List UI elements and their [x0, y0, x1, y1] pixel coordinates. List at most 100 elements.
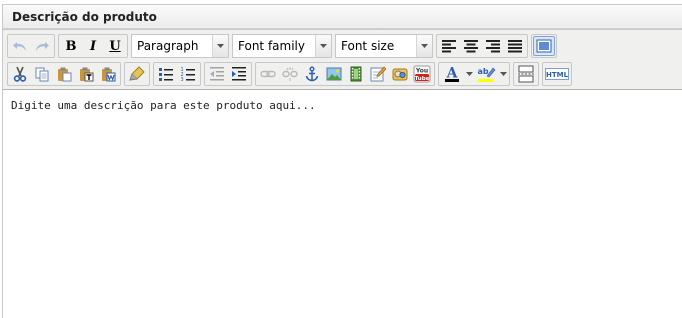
- outdent-button[interactable]: [206, 64, 228, 84]
- anchor-button[interactable]: [301, 64, 323, 84]
- toolbar-row-2: 123 You Tube A ab HTML: [7, 61, 575, 87]
- remove-format-button[interactable]: [126, 64, 148, 84]
- chevron-down-icon: [315, 35, 331, 57]
- align-center-button[interactable]: [460, 36, 482, 56]
- alignment-group: [436, 34, 528, 58]
- format-select[interactable]: Paragraph: [131, 34, 229, 58]
- editor-toolbar: B I U Paragraph Font family Font size 1 …: [3, 30, 682, 90]
- numbered-list-icon: 123: [181, 67, 195, 82]
- link-button[interactable]: [257, 64, 279, 84]
- svg-text:ab: ab: [477, 67, 488, 76]
- paste-text-button[interactable]: [75, 64, 97, 84]
- list-group: 123: [153, 62, 201, 86]
- undo-button[interactable]: [9, 36, 31, 56]
- copy-icon: [35, 67, 49, 82]
- html-label: HTML: [545, 70, 569, 79]
- page-break-button[interactable]: [515, 64, 537, 84]
- scissors-icon: [13, 66, 27, 82]
- align-justify-icon: [508, 40, 522, 53]
- edit-button[interactable]: [367, 64, 389, 84]
- page-break-icon: [518, 65, 534, 83]
- paste-word-icon: [102, 67, 116, 82]
- text-color-icon: A: [445, 66, 459, 82]
- paste-button[interactable]: [53, 64, 75, 84]
- format-select-value: Paragraph: [137, 39, 199, 53]
- italic-label: I: [89, 38, 97, 54]
- fullscreen-group: [531, 34, 557, 58]
- chevron-down-icon: [465, 72, 473, 76]
- image-icon: [326, 67, 342, 81]
- emoticon-button[interactable]: [389, 64, 411, 84]
- bullet-list-button[interactable]: [155, 64, 177, 84]
- undo-icon: [13, 42, 26, 51]
- redo-button[interactable]: [31, 36, 53, 56]
- chevron-down-icon: [212, 35, 228, 57]
- editor-content-area[interactable]: Digite uma descrição para este produto a…: [3, 90, 682, 318]
- align-justify-button[interactable]: [504, 36, 526, 56]
- content-paragraph: Digite uma descrição para este produto a…: [11, 99, 316, 112]
- text-color-button[interactable]: A: [440, 64, 464, 84]
- cut-button[interactable]: [9, 64, 31, 84]
- color-group: A ab: [438, 62, 510, 86]
- unlink-icon: [282, 67, 298, 81]
- paste-word-button[interactable]: [97, 64, 119, 84]
- description-panel: Descrição do produto B I U Paragraph Fon…: [2, 4, 682, 318]
- align-right-button[interactable]: [482, 36, 504, 56]
- font-size-select[interactable]: Font size: [335, 34, 433, 58]
- highlight-icon: ab: [477, 67, 496, 82]
- bold-button[interactable]: B: [60, 36, 82, 56]
- clipboard-group: [7, 62, 121, 86]
- font-family-select[interactable]: Font family: [232, 34, 332, 58]
- underline-button[interactable]: U: [104, 36, 126, 56]
- youtube-icon: YouTube: [413, 65, 431, 83]
- text-style-group: B I U: [58, 34, 128, 58]
- youtube-button[interactable]: You Tube: [411, 64, 433, 84]
- indent-button[interactable]: [228, 64, 250, 84]
- indent-group: [204, 62, 252, 86]
- align-left-icon: [442, 40, 456, 53]
- emoticon-icon: [392, 68, 408, 81]
- svg-text:3: 3: [181, 77, 184, 82]
- chevron-down-icon: [416, 35, 432, 57]
- highlight-color-dropdown[interactable]: [498, 64, 508, 84]
- fullscreen-icon: [536, 39, 552, 53]
- svg-text:You: You: [415, 68, 428, 75]
- edit-pencil-icon: [370, 66, 386, 82]
- text-color-dropdown[interactable]: [464, 64, 474, 84]
- panel-title: Descrição do produto: [3, 5, 682, 29]
- font-family-select-value: Font family: [238, 39, 305, 53]
- insert-group: You Tube: [255, 62, 435, 86]
- chevron-down-icon: [499, 72, 507, 76]
- bold-label: B: [65, 38, 77, 54]
- toolbar-row-1: B I U Paragraph Font family Font size: [7, 33, 560, 59]
- font-size-select-value: Font size: [341, 39, 395, 53]
- outdent-icon: [210, 67, 224, 81]
- italic-button[interactable]: I: [82, 36, 104, 56]
- film-icon: [350, 66, 362, 82]
- media-button[interactable]: [345, 64, 367, 84]
- align-right-icon: [486, 40, 500, 53]
- unlink-button[interactable]: [279, 64, 301, 84]
- html-group: HTML: [542, 62, 572, 86]
- align-left-button[interactable]: [438, 36, 460, 56]
- paste-icon: [58, 67, 72, 82]
- svg-text:Tube: Tube: [415, 76, 430, 82]
- underline-label: U: [109, 38, 121, 54]
- image-button[interactable]: [323, 64, 345, 84]
- highlight-color-button[interactable]: ab: [474, 64, 498, 84]
- fullscreen-button[interactable]: [533, 36, 555, 56]
- link-icon: [260, 70, 276, 78]
- bullet-list-icon: [159, 68, 173, 81]
- rich-text-editor: B I U Paragraph Font family Font size 1 …: [3, 29, 682, 318]
- cleanup-group: [124, 62, 150, 86]
- eraser-brush-icon: [129, 66, 145, 81]
- page-break-group: [513, 62, 539, 86]
- html-source-button[interactable]: HTML: [544, 64, 570, 84]
- indent-icon: [232, 67, 246, 81]
- redo-icon: [36, 42, 49, 51]
- paste-text-icon: [80, 67, 94, 82]
- numbered-list-button[interactable]: 123: [177, 64, 199, 84]
- history-group: [7, 34, 55, 58]
- copy-button[interactable]: [31, 64, 53, 84]
- anchor-icon: [305, 66, 319, 82]
